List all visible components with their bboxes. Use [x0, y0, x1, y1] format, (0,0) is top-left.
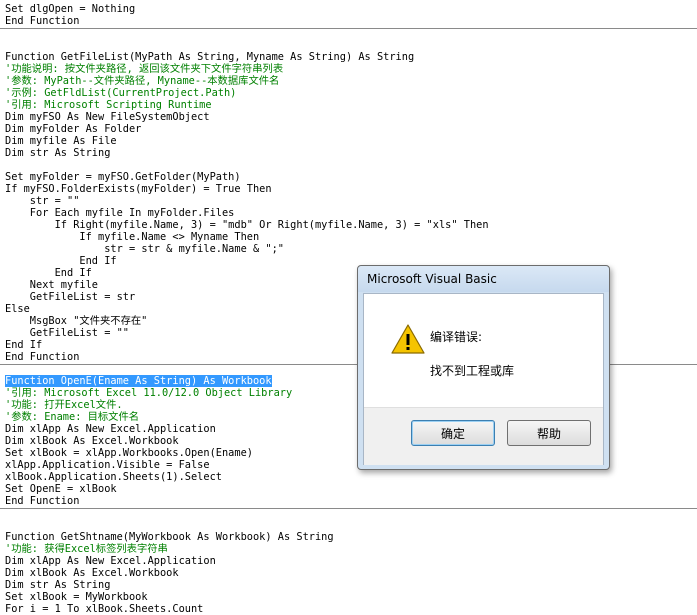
code-line[interactable]: Dim xlApp As New Excel.Application — [5, 423, 216, 435]
code-line[interactable]: For i = 1 To xlBook.Sheets.Count — [5, 603, 203, 615]
code-line[interactable]: Set OpenE = xlBook — [5, 483, 117, 495]
error-heading: 编译错误: — [430, 330, 483, 344]
code-comment-line[interactable]: '参数: Ename: 目标文件名 — [5, 411, 139, 423]
code-line[interactable]: For Each myfile In myFolder.Files — [5, 207, 235, 219]
code-line[interactable]: Set myFolder = myFSO.GetFolder(MyPath) — [5, 171, 241, 183]
code-line[interactable]: Else — [5, 303, 30, 315]
code-line[interactable]: Function OpenE(Ename As String) As Workb… — [5, 375, 272, 387]
code-line[interactable]: Dim xlApp As New Excel.Application — [5, 555, 216, 567]
dialog-body: 编译错误: 找不到工程或库 确定 帮助 — [363, 293, 604, 465]
code-line[interactable]: MsgBox "文件夹不存在" — [5, 315, 148, 327]
procedure-separator — [0, 508, 697, 509]
error-dialog: Microsoft Visual Basic 编译错误: 找不到工程或库 确定 … — [357, 265, 610, 470]
code-comment-line[interactable]: '引用: Microsoft Scripting Runtime — [5, 99, 212, 111]
warning-icon — [391, 324, 425, 354]
code-line[interactable]: If myfile.Name <> Myname Then — [5, 231, 259, 243]
code-line[interactable]: GetFileList = str — [5, 291, 135, 303]
code-line[interactable]: Dim myFolder As Folder — [5, 123, 141, 135]
code-line[interactable]: Function GetFileList(MyPath As String, M… — [5, 51, 414, 63]
code-line[interactable]: End Function — [5, 351, 79, 363]
code-line[interactable]: xlBook.Application.Sheets(1).Select — [5, 471, 222, 483]
selected-text: Function OpenE(Ename As String) As Workb… — [5, 375, 272, 387]
error-message: 找不到工程或库 — [430, 364, 515, 378]
code-line[interactable]: xlApp.Application.Visible = False — [5, 459, 210, 471]
code-line[interactable]: Dim myFSO As New FileSystemObject — [5, 111, 210, 123]
code-line[interactable]: GetFileList = "" — [5, 327, 129, 339]
help-button[interactable]: 帮助 — [507, 420, 591, 446]
code-line[interactable]: Dim str As String — [5, 147, 110, 159]
code-line[interactable]: Dim xlBook As Excel.Workbook — [5, 435, 179, 447]
code-line[interactable]: Next myfile — [5, 279, 98, 291]
dialog-titlebar[interactable]: Microsoft Visual Basic — [358, 266, 609, 292]
code-line[interactable]: str = str & myfile.Name & ";" — [5, 243, 284, 255]
code-line[interactable]: Function GetShtname(MyWorkbook As Workbo… — [5, 531, 334, 543]
code-comment-line[interactable]: '参数: MyPath--文件夹路径, Myname--本数据库文件名 — [5, 75, 279, 87]
code-comment-line[interactable]: '示例: GetFldList(CurrentProject.Path) — [5, 87, 236, 99]
code-line[interactable]: Dim myfile As File — [5, 135, 117, 147]
code-line[interactable]: End If — [5, 255, 116, 267]
code-line[interactable]: If Right(myfile.Name, 3) = "mdb" Or Righ… — [5, 219, 489, 231]
code-comment-line[interactable]: '功能: 获得Excel标签列表字符串 — [5, 543, 168, 555]
code-line[interactable]: Set xlBook = MyWorkbook — [5, 591, 148, 603]
code-line[interactable]: End Function — [5, 495, 79, 507]
code-line[interactable]: End If — [5, 267, 92, 279]
code-line[interactable]: Dim str As String — [5, 579, 110, 591]
code-line[interactable]: str = "" — [5, 195, 80, 207]
ok-button[interactable]: 确定 — [411, 420, 495, 446]
code-comment-line[interactable]: '功能说明: 按文件夹路径, 返回该文件夹下文件字符串列表 — [5, 63, 283, 75]
code-comment-line[interactable]: '功能: 打开Excel文件. — [5, 399, 123, 411]
code-line[interactable]: End Function — [5, 15, 79, 27]
code-comment-line[interactable]: '引用: Microsoft Excel 11.0/12.0 Object Li… — [5, 387, 292, 399]
code-line[interactable]: Set dlgOpen = Nothing — [5, 3, 135, 15]
code-line[interactable]: Set xlBook = xlApp.Workbooks.Open(Ename) — [5, 447, 253, 459]
procedure-separator — [0, 28, 697, 29]
code-line[interactable]: If myFSO.FolderExists(myFolder) = True T… — [5, 183, 272, 195]
code-line[interactable]: End If — [5, 339, 42, 351]
dialog-title: Microsoft Visual Basic — [367, 272, 497, 286]
code-line[interactable]: Dim xlBook As Excel.Workbook — [5, 567, 179, 579]
